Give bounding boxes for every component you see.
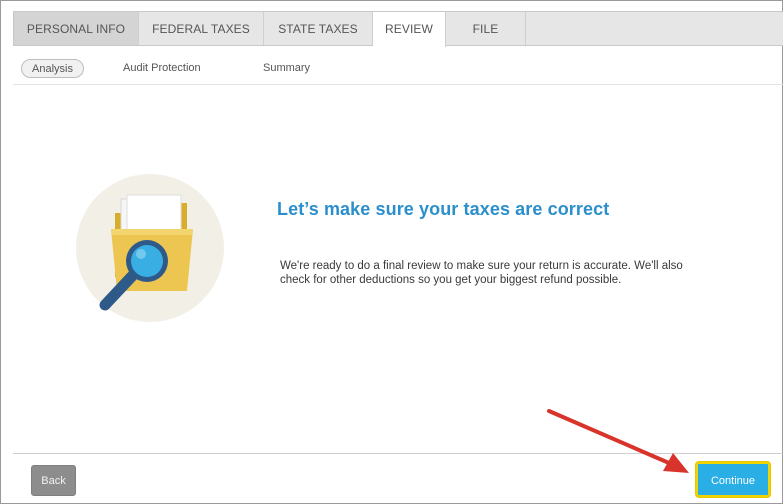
tab-personal-info[interactable]: PERSONAL INFO xyxy=(14,12,139,45)
tab-state-taxes[interactable]: STATE TAXES xyxy=(264,12,373,45)
intro-text: We're ready to do a final review to make… xyxy=(280,260,683,286)
annotation-arrow-icon xyxy=(547,409,689,473)
subtab-summary[interactable]: Summary xyxy=(263,59,310,78)
continue-button[interactable]: Continue xyxy=(696,462,770,497)
tab-federal-taxes[interactable]: FEDERAL TAXES xyxy=(139,12,264,45)
subtab-analysis[interactable]: Analysis xyxy=(21,59,84,78)
main-tab-bar: PERSONAL INFO FEDERAL TAXES STATE TAXES … xyxy=(13,11,783,47)
subtab-audit-protection[interactable]: Audit Protection xyxy=(123,59,201,78)
tab-file[interactable]: FILE xyxy=(446,12,526,45)
page-title: Let’s make sure your taxes are correct xyxy=(277,199,610,219)
app-frame: PERSONAL INFO FEDERAL TAXES STATE TAXES … xyxy=(0,0,783,504)
tab-review[interactable]: REVIEW xyxy=(373,12,446,47)
sub-tab-bar: Analysis Audit Protection Summary xyxy=(13,47,783,85)
back-button[interactable]: Back xyxy=(31,465,76,496)
folder-magnifier-icon xyxy=(75,173,225,323)
